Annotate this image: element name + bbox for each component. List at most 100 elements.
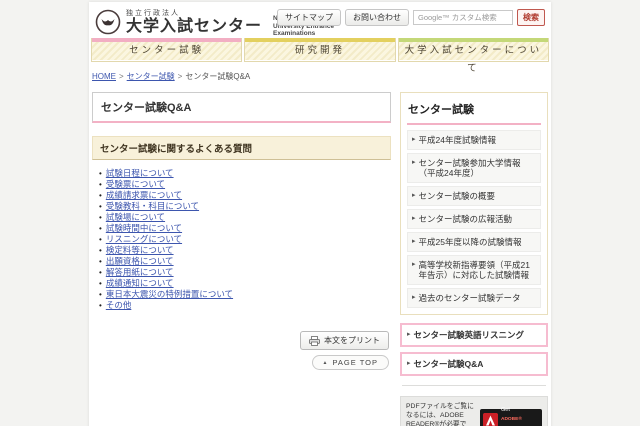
sidebar-title: センター試験 — [407, 99, 541, 125]
faq-list-item: 試験場について — [99, 212, 391, 223]
site-name: 大学入試センター — [126, 18, 263, 36]
sidebar-divider — [402, 385, 546, 386]
faq-list-item: 受験票について — [99, 179, 391, 190]
faq-link[interactable]: 解答用紙について — [106, 267, 174, 277]
faq-list-item: リスニングについて — [99, 234, 391, 245]
site-header: 独立行政法人 大学入試センター National Center for Univ… — [89, 2, 551, 38]
sidebar-menu-item-label: 高等学校新指導要領（平成21年告示）に対応した試験情報 — [418, 260, 530, 280]
sidebar-menu-item-label: 過去のセンター試験データ — [418, 293, 521, 303]
arrow-right-icon — [412, 191, 416, 201]
search-input[interactable] — [413, 10, 513, 25]
sidebar-menu-item[interactable]: 過去のセンター試験データ — [407, 288, 541, 308]
sidebar-highlight-label: センター試験英語リスニング — [413, 330, 525, 340]
pdf-notice-box: PDFファイルをご覧になるには、ADOBE READER®が必要です。 Get … — [400, 396, 548, 426]
faq-list-item: 検定料等について — [99, 245, 391, 256]
main-nav: センター試験 研究開発 大学入試センターについて — [89, 38, 551, 74]
faq-list-item: 成績通知について — [99, 278, 391, 289]
adobe-reader-badge[interactable]: Get ADOBE® READER® — [480, 407, 542, 426]
sidebar-menu-item[interactable]: 高等学校新指導要領（平成21年告示）に対応した試験情報 — [407, 255, 541, 285]
search-button[interactable]: 検索 — [517, 9, 545, 26]
sidebar-highlight-link[interactable]: センター試験英語リスニング — [400, 323, 548, 347]
bullet-icon — [99, 301, 102, 311]
faq-link[interactable]: 受験教科・科目について — [106, 201, 199, 211]
print-button-label: 本文をプリント — [324, 336, 380, 345]
content-column: 独立行政法人 大学入試センター National Center for Univ… — [89, 2, 551, 426]
sidebar-menu-item[interactable]: センター試験の概要 — [407, 186, 541, 206]
bullet-icon — [99, 202, 102, 212]
sidebar-menu-item-label: センター試験の概要 — [418, 191, 496, 201]
sidebar-menu: センター試験 平成24年度試験情報 センター試験参加大学情報（平成24年度） セ… — [400, 92, 548, 315]
sidebar-highlight-link[interactable]: センター試験Q&A — [400, 352, 548, 376]
breadcrumb-home-link[interactable]: HOME — [92, 72, 116, 81]
page: 独立行政法人 大学入試センター National Center for Univ… — [0, 0, 640, 426]
bullet-icon — [99, 213, 102, 223]
adobe-badge-brand: ADOBE® — [501, 417, 522, 422]
sidebar-menu-item-label: センター試験参加大学情報（平成24年度） — [418, 158, 521, 178]
sidebar-highlight-label: センター試験Q&A — [413, 359, 484, 369]
bullet-icon — [99, 180, 102, 190]
page-title: センター試験Q&A — [92, 92, 391, 123]
faq-link[interactable]: 試験場について — [106, 212, 165, 222]
bullet-icon — [99, 235, 102, 245]
contact-button[interactable]: お問い合わせ — [345, 9, 409, 26]
nav-tab-label: 研究開発 — [245, 42, 395, 60]
nav-tab[interactable]: センター試験 — [91, 38, 243, 62]
sidebar-menu-item-label: センター試験の広報活動 — [418, 214, 513, 224]
nav-tab[interactable]: 研究開発 — [244, 38, 396, 62]
sidebar: センター試験 平成24年度試験情報 センター試験参加大学情報（平成24年度） セ… — [400, 92, 548, 426]
arrow-right-icon — [407, 330, 411, 340]
faq-section-title: センター試験に関するよくある質問 — [92, 136, 391, 160]
nav-tab-label: センター試験 — [92, 42, 242, 60]
faq-link[interactable]: 成績請求票について — [106, 190, 182, 200]
faq-list-item: その他 — [99, 300, 391, 311]
sidebar-menu-list: 平成24年度試験情報 センター試験参加大学情報（平成24年度） センター試験の概… — [407, 130, 541, 308]
pdf-notice-text: PDFファイルをご覧になるには、ADOBE READER®が必要です。 — [406, 403, 474, 426]
page-top-button[interactable]: PAGE TOP — [311, 355, 389, 370]
faq-link-list: 試験日程について 受験票について 成績請求票について 受験教科・科目について 試… — [99, 168, 391, 311]
main-area: センター試験Q&A センター試験に関するよくある質問 試験日程について 受験票に… — [89, 89, 551, 426]
breadcrumb-separator: > — [119, 72, 124, 81]
faq-link[interactable]: リスニングについて — [106, 234, 182, 244]
sidebar-menu-item[interactable]: 平成25年度以降の試験情報 — [407, 232, 541, 252]
arrow-right-icon — [412, 293, 416, 303]
adobe-badge-text: Get ADOBE® READER® — [501, 407, 539, 426]
sitemap-button[interactable]: サイトマップ — [277, 9, 341, 26]
faq-link[interactable]: 成績通知について — [106, 278, 174, 288]
faq-link[interactable]: 検定料等について — [106, 245, 174, 255]
printer-icon — [309, 335, 320, 346]
faq-link[interactable]: 試験日程について — [106, 168, 174, 178]
bullet-icon — [99, 279, 102, 289]
sidebar-menu-item[interactable]: 平成24年度試験情報 — [407, 130, 541, 150]
bullet-icon — [99, 290, 102, 300]
faq-link[interactable]: その他 — [106, 300, 132, 310]
adobe-pdf-icon — [483, 412, 498, 426]
faq-link[interactable]: 受験票について — [106, 179, 165, 189]
faq-link[interactable]: 試験時間中について — [106, 223, 182, 233]
faq-list-item: 東日本大震災の特例措置について — [99, 289, 391, 300]
faq-link[interactable]: 東日本大震災の特例措置について — [106, 289, 233, 299]
arrow-up-icon — [323, 360, 329, 366]
arrow-right-icon — [412, 260, 416, 270]
faq-list-item: 出願資格について — [99, 256, 391, 267]
page-top-label: PAGE TOP — [332, 358, 378, 367]
faq-link[interactable]: 出願資格について — [106, 256, 174, 266]
bullet-icon — [99, 268, 102, 278]
sidebar-menu-item-label: 平成25年度以降の試験情報 — [418, 237, 522, 247]
print-button[interactable]: 本文をプリント — [300, 331, 389, 350]
faq-list-item: 受験教科・科目について — [99, 201, 391, 212]
arrow-right-icon — [412, 214, 416, 224]
nav-tab[interactable]: 大学入試センターについて — [397, 38, 549, 74]
sidebar-menu-item[interactable]: センター試験参加大学情報（平成24年度） — [407, 153, 541, 183]
bullet-icon — [99, 224, 102, 234]
arrow-right-icon — [407, 359, 411, 369]
arrow-right-icon — [412, 158, 416, 168]
breadcrumb-current: センター試験Q&A — [185, 72, 251, 81]
bullet-icon — [99, 191, 102, 201]
breadcrumb-section-link[interactable]: センター試験 — [127, 72, 175, 81]
arrow-right-icon — [412, 135, 416, 145]
faq-list-item: 試験日程について — [99, 168, 391, 179]
sidebar-menu-item[interactable]: センター試験の広報活動 — [407, 209, 541, 229]
bullet-icon — [99, 169, 102, 179]
bullet-icon — [99, 246, 102, 256]
breadcrumb: HOME > センター試験 > センター試験Q&A — [89, 62, 551, 89]
